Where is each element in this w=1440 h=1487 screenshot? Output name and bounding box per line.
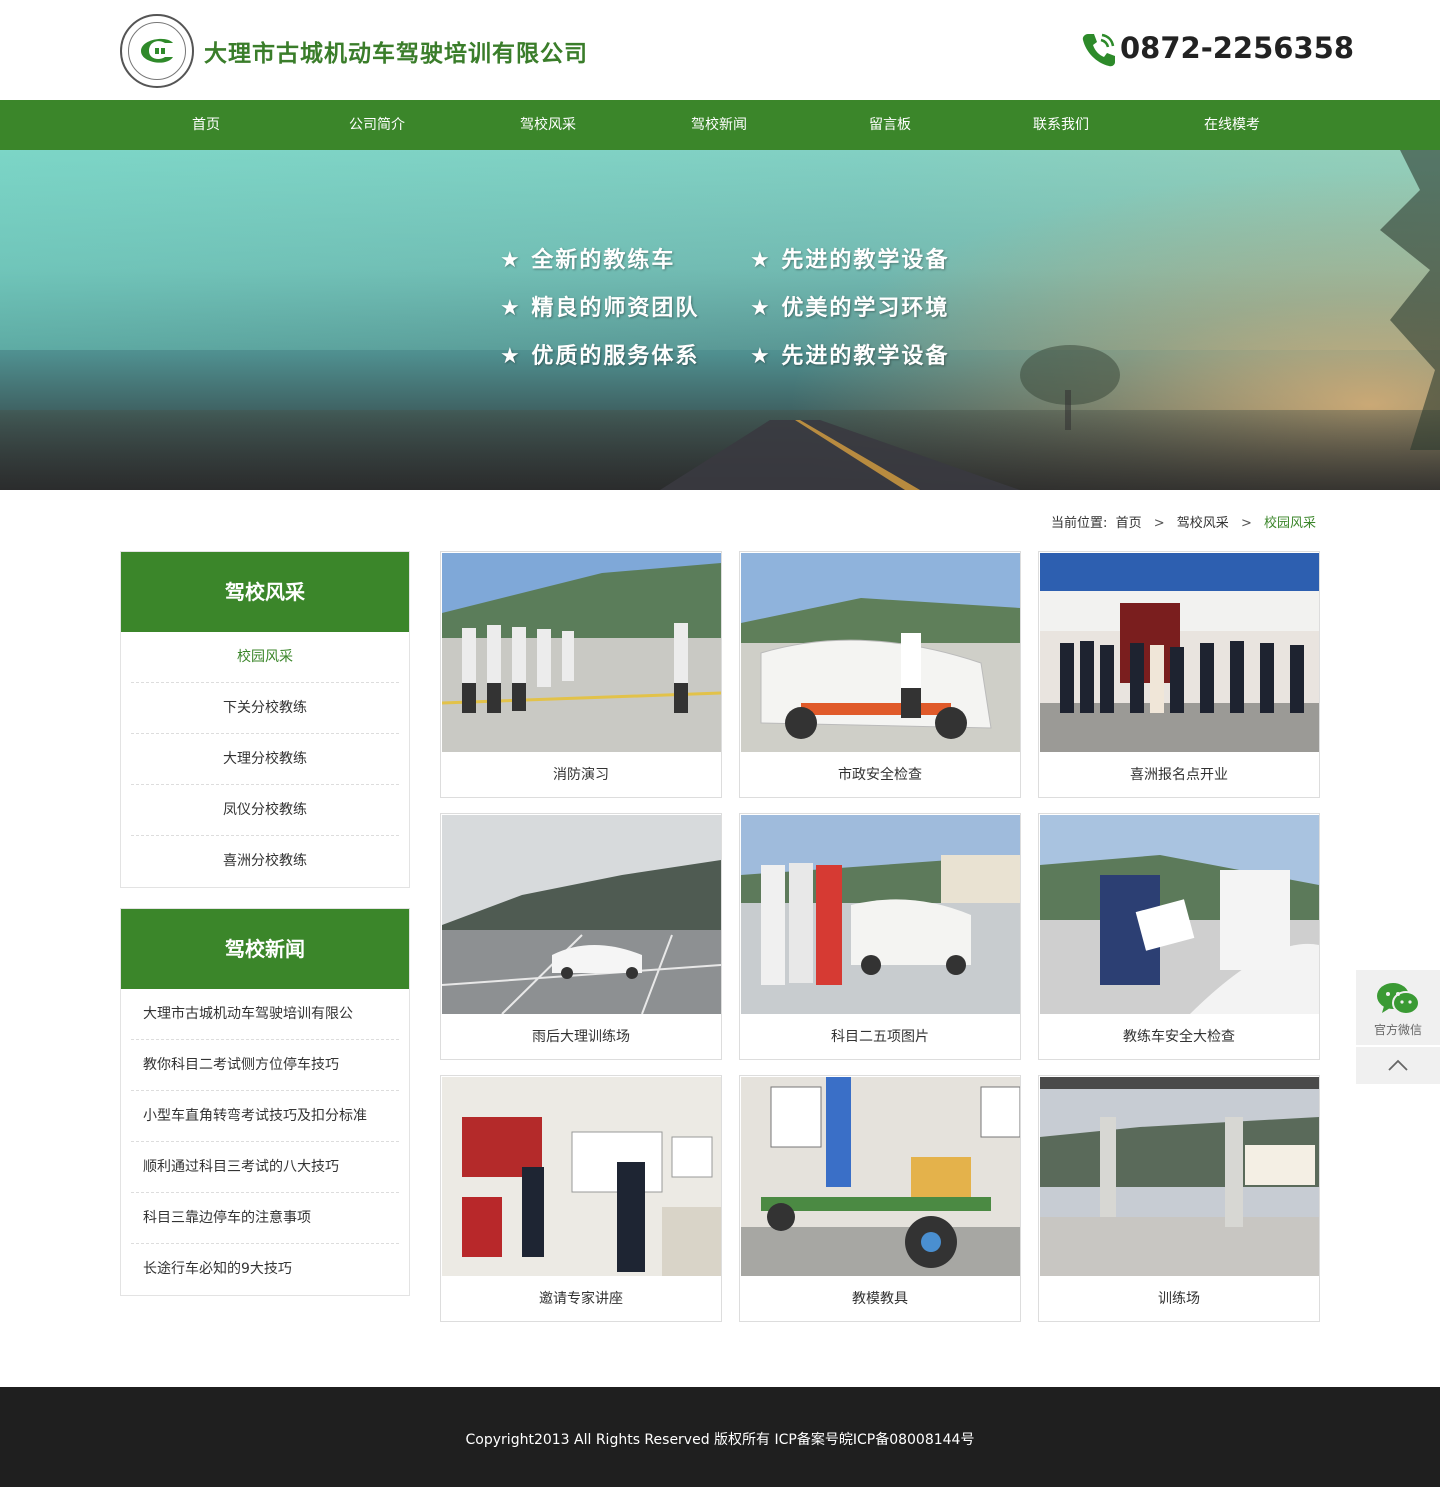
wechat-icon bbox=[1377, 983, 1420, 1015]
gallery-photo bbox=[1040, 1077, 1319, 1276]
gallery-photo bbox=[442, 815, 721, 1014]
gallery-photo bbox=[741, 1077, 1020, 1276]
breadcrumb-separator: > bbox=[1240, 516, 1252, 531]
news-sidebar: 驾校新闻 大理市古城机动车驾驶培训有限公 教你科目二考试侧方位停车技巧 小型车直… bbox=[120, 908, 410, 1296]
gallery-caption: 科目二五项图片 bbox=[831, 1029, 929, 1045]
nav-gallery[interactable]: 驾校风采 bbox=[463, 100, 633, 150]
breadcrumb-section[interactable]: 驾校风采 bbox=[1177, 516, 1229, 531]
nav-news[interactable]: 驾校新闻 bbox=[634, 100, 804, 150]
gallery-caption: 消防演习 bbox=[553, 767, 609, 783]
phone-icon bbox=[1082, 33, 1115, 67]
news-item[interactable]: 长途行车必知的9大技巧 bbox=[131, 1244, 399, 1295]
banner-slogan: ★ 优美的学习环境 bbox=[750, 296, 950, 321]
news-title: 驾校新闻 bbox=[121, 909, 409, 989]
breadcrumb-separator: > bbox=[1153, 516, 1165, 531]
gallery-photo bbox=[741, 815, 1020, 1014]
sidebar-item-xizhou[interactable]: 喜洲分校教练 bbox=[131, 836, 399, 887]
gallery-photo bbox=[442, 1077, 721, 1276]
back-to-top-button[interactable] bbox=[1356, 1047, 1440, 1084]
gallery-caption: 邀请专家讲座 bbox=[539, 1291, 623, 1307]
news-item[interactable]: 顺利通过科目三考试的八大技巧 bbox=[131, 1142, 399, 1193]
gallery-photo bbox=[1040, 815, 1319, 1014]
category-title: 驾校风采 bbox=[121, 552, 409, 632]
nav-mock-exam[interactable]: 在线模考 bbox=[1147, 100, 1317, 150]
gallery-card[interactable]: 训练场 bbox=[1038, 1075, 1320, 1322]
wechat-widget[interactable]: 官方微信 bbox=[1356, 970, 1440, 1045]
news-item[interactable]: 小型车直角转弯考试技巧及扣分标准 bbox=[131, 1091, 399, 1142]
banner-slogan: ★ 精良的师资团队 bbox=[500, 296, 700, 321]
banner-slogan: ★ 先进的教学设备 bbox=[750, 248, 950, 273]
gallery-caption: 教练车安全大检查 bbox=[1123, 1029, 1235, 1045]
gallery-caption: 市政安全检查 bbox=[838, 767, 922, 783]
gallery-caption: 训练场 bbox=[1158, 1291, 1200, 1307]
hero-banner: ★ 全新的教练车 ★ 先进的教学设备 ★ 精良的师资团队 ★ 优美的学习环境 ★… bbox=[0, 150, 1440, 490]
category-sidebar: 驾校风采 校园风采 下关分校教练 大理分校教练 凤仪分校教练 喜洲分校教练 bbox=[120, 551, 410, 888]
breadcrumb-home[interactable]: 首页 bbox=[1116, 516, 1142, 531]
phone-number: 0872-2256358 bbox=[1120, 31, 1354, 65]
site-header: 大理市古城机动车驾驶培训有限公司 0872-2256358 bbox=[0, 0, 1440, 100]
nav-guestbook[interactable]: 留言板 bbox=[805, 100, 975, 150]
breadcrumb-current: 校园风采 bbox=[1263, 516, 1316, 531]
nav-home[interactable]: 首页 bbox=[121, 100, 291, 150]
gallery-photo bbox=[442, 553, 721, 752]
banner-slogan: ★ 优质的服务体系 bbox=[500, 344, 700, 369]
gallery-card[interactable]: 邀请专家讲座 bbox=[440, 1075, 722, 1322]
gallery-caption: 教模教具 bbox=[852, 1291, 908, 1307]
sidebar-item-fengyi[interactable]: 凤仪分校教练 bbox=[131, 785, 399, 836]
news-item[interactable]: 科目三靠边停车的注意事项 bbox=[131, 1193, 399, 1244]
gallery-card[interactable]: 教模教具 bbox=[739, 1075, 1021, 1322]
footer-copyright: Copyright2013 All Rights Reserved 版权所有 I… bbox=[465, 1432, 975, 1448]
gallery-card[interactable]: 雨后大理训练场 bbox=[440, 813, 722, 1060]
banner-slogan: ★ 先进的教学设备 bbox=[750, 344, 950, 369]
gallery-card[interactable]: 教练车安全大检查 bbox=[1038, 813, 1320, 1060]
banner-slogan: ★ 全新的教练车 bbox=[500, 248, 676, 273]
breadcrumb-prefix: 当前位置: bbox=[1051, 516, 1108, 531]
nav-contact[interactable]: 联系我们 bbox=[976, 100, 1146, 150]
chevron-up-icon bbox=[1388, 1059, 1408, 1071]
company-name: 大理市古城机动车驾驶培训有限公司 bbox=[204, 41, 588, 67]
nav-about[interactable]: 公司简介 bbox=[292, 100, 462, 150]
breadcrumb: 当前位置: 首页 > 驾校风采 > 校园风采 bbox=[1051, 512, 1316, 531]
company-logo[interactable] bbox=[120, 14, 194, 88]
gallery-caption: 喜洲报名点开业 bbox=[1130, 767, 1228, 783]
wechat-label: 官方微信 bbox=[1373, 1023, 1422, 1037]
news-item[interactable]: 教你科目二考试侧方位停车技巧 bbox=[131, 1040, 399, 1091]
main-nav: 首页 公司简介 驾校风采 驾校新闻 留言板 联系我们 在线模考 bbox=[0, 100, 1440, 150]
sidebar-item-dali[interactable]: 大理分校教练 bbox=[131, 734, 399, 785]
gallery-card[interactable]: 科目二五项图片 bbox=[739, 813, 1021, 1060]
gallery-card[interactable]: 消防演习 bbox=[440, 551, 722, 798]
gallery-card[interactable]: 喜洲报名点开业 bbox=[1038, 551, 1320, 798]
sidebar-item-campus[interactable]: 校园风采 bbox=[131, 632, 399, 683]
site-footer: Copyright2013 All Rights Reserved 版权所有 I… bbox=[0, 1387, 1440, 1487]
gallery-photo bbox=[741, 553, 1020, 752]
gallery-card[interactable]: 市政安全检查 bbox=[739, 551, 1021, 798]
news-item[interactable]: 大理市古城机动车驾驶培训有限公 bbox=[131, 989, 399, 1040]
sidebar-item-xiaguan[interactable]: 下关分校教练 bbox=[131, 683, 399, 734]
gallery-caption: 雨后大理训练场 bbox=[532, 1029, 630, 1045]
gallery-photo bbox=[1040, 553, 1319, 752]
